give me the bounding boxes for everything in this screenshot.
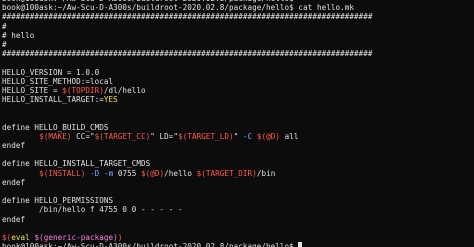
terminal-line: define HELLO_INSTALL_TARGET_CMDS bbox=[2, 159, 373, 168]
terminal-line: # bbox=[2, 40, 373, 49]
terminal-line: # hello bbox=[2, 31, 373, 40]
terminal-text: endef bbox=[2, 141, 26, 150]
terminal-text: $(TARGET_LD) bbox=[178, 131, 234, 141]
terminal-text: /bin/hello f 4755 0 0 - - - - - bbox=[2, 205, 183, 215]
terminal-text: $(TARGET_DIR) bbox=[196, 168, 257, 178]
terminal-line: # bbox=[2, 22, 373, 31]
terminal-text: ########################################… bbox=[2, 12, 373, 22]
terminal-text: $(TARGET_CC) bbox=[94, 131, 151, 141]
terminal-text: $(TOPDIR) bbox=[62, 85, 104, 95]
terminal-line: $(INSTALL) -D -m 0755 $(@D)/hello $(TARG… bbox=[2, 169, 373, 178]
terminal-text: /dl/hello bbox=[103, 85, 146, 95]
terminal-cursor bbox=[298, 242, 303, 247]
terminal-text: YES bbox=[103, 95, 118, 105]
terminal-text: book@100ask:~/Aw-Scu-D-A300s/buildroot-2… bbox=[2, 3, 355, 13]
terminal-text: all bbox=[280, 131, 299, 141]
terminal-line: HELLO_SITE_METHOD:=local bbox=[2, 77, 373, 86]
terminal-text: 0755 bbox=[113, 168, 141, 178]
terminal-text: HELLO_INSTALL_TARGET:= bbox=[2, 95, 104, 105]
terminal-text: # bbox=[2, 39, 7, 49]
terminal-text: CC=" bbox=[71, 131, 95, 141]
terminal-output: book@100ask:~/Aw-Scu-D-A300s/buildroot-2… bbox=[2, 0, 373, 247]
terminal-text: -m bbox=[103, 168, 114, 178]
terminal-text: # hello bbox=[2, 30, 35, 40]
terminal-line: $(eval $(generic-package)) bbox=[2, 233, 373, 242]
terminal-line: endef bbox=[2, 178, 373, 187]
terminal-line: define HELLO_BUILD_CMDS bbox=[2, 123, 373, 132]
terminal-line: /bin/hello f 4755 0 0 - - - - - bbox=[2, 205, 373, 214]
terminal-text: $(@D) bbox=[141, 168, 165, 178]
terminal-line: ########################################… bbox=[2, 12, 373, 21]
terminal-line: HELLO_VERSION = 1.0.0 bbox=[2, 68, 373, 77]
terminal-text: define HELLO_INSTALL_TARGET_CMDS bbox=[2, 159, 151, 169]
terminal-text: $(generic-package) bbox=[34, 232, 118, 242]
terminal-text: /bin bbox=[256, 168, 276, 178]
terminal-line: $(MAKE) CC="$(TARGET_CC)" LD="$(TARGET_L… bbox=[2, 132, 373, 141]
terminal-text: HELLO_SITE = bbox=[2, 85, 63, 95]
terminal-line: endef bbox=[2, 215, 373, 224]
terminal-line: book@100ask:~/Aw-Scu-D-A300s/buildroot-2… bbox=[2, 3, 373, 12]
terminal-line: HELLO_SITE = $(TOPDIR)/dl/hello bbox=[2, 86, 373, 95]
terminal-text: define HELLO_PERMISSIONS bbox=[2, 196, 114, 206]
terminal-line: endef bbox=[2, 141, 373, 150]
terminal-text: ########################################… bbox=[2, 49, 373, 59]
terminal-line: book@100ask:~/Aw-Scu-D-A300s/buildroot-2… bbox=[2, 242, 373, 247]
terminal-text: $(INSTALL) bbox=[39, 168, 86, 178]
terminal-text: define HELLO_BUILD_CMDS bbox=[2, 122, 109, 132]
terminal-line: define HELLO_PERMISSIONS bbox=[2, 196, 373, 205]
terminal-text: /hello bbox=[164, 168, 197, 178]
terminal-text: $(@D) bbox=[256, 131, 280, 141]
terminal-text: endef bbox=[2, 214, 26, 224]
terminal-text: book@100ask:~/Aw-Scu-D-A300s/buildroot-2… bbox=[2, 242, 299, 247]
terminal-text: eval bbox=[11, 232, 30, 242]
terminal-text: # bbox=[2, 21, 7, 31]
terminal-text: $(MAKE) bbox=[39, 131, 72, 141]
terminal-text: -C bbox=[242, 131, 253, 141]
terminal-text: ) bbox=[117, 232, 123, 242]
terminal-line: HELLO_INSTALL_TARGET:=YES bbox=[2, 95, 373, 104]
terminal-text: -D bbox=[90, 168, 100, 178]
terminal-text: " bbox=[233, 131, 243, 141]
terminal-text: $( bbox=[2, 232, 12, 242]
terminal-text: HELLO_SITE_METHOD:=local bbox=[2, 76, 114, 86]
terminal-text: HELLO_VERSION = 1.0.0 bbox=[2, 67, 100, 77]
terminal-window[interactable]: book@100ask:~/Aw-Scu-D-A300s/buildroot-2… bbox=[0, 0, 474, 247]
terminal-text: " LD=" bbox=[150, 131, 179, 141]
terminal-text: endef bbox=[2, 177, 26, 187]
terminal-line: ########################################… bbox=[2, 49, 373, 58]
